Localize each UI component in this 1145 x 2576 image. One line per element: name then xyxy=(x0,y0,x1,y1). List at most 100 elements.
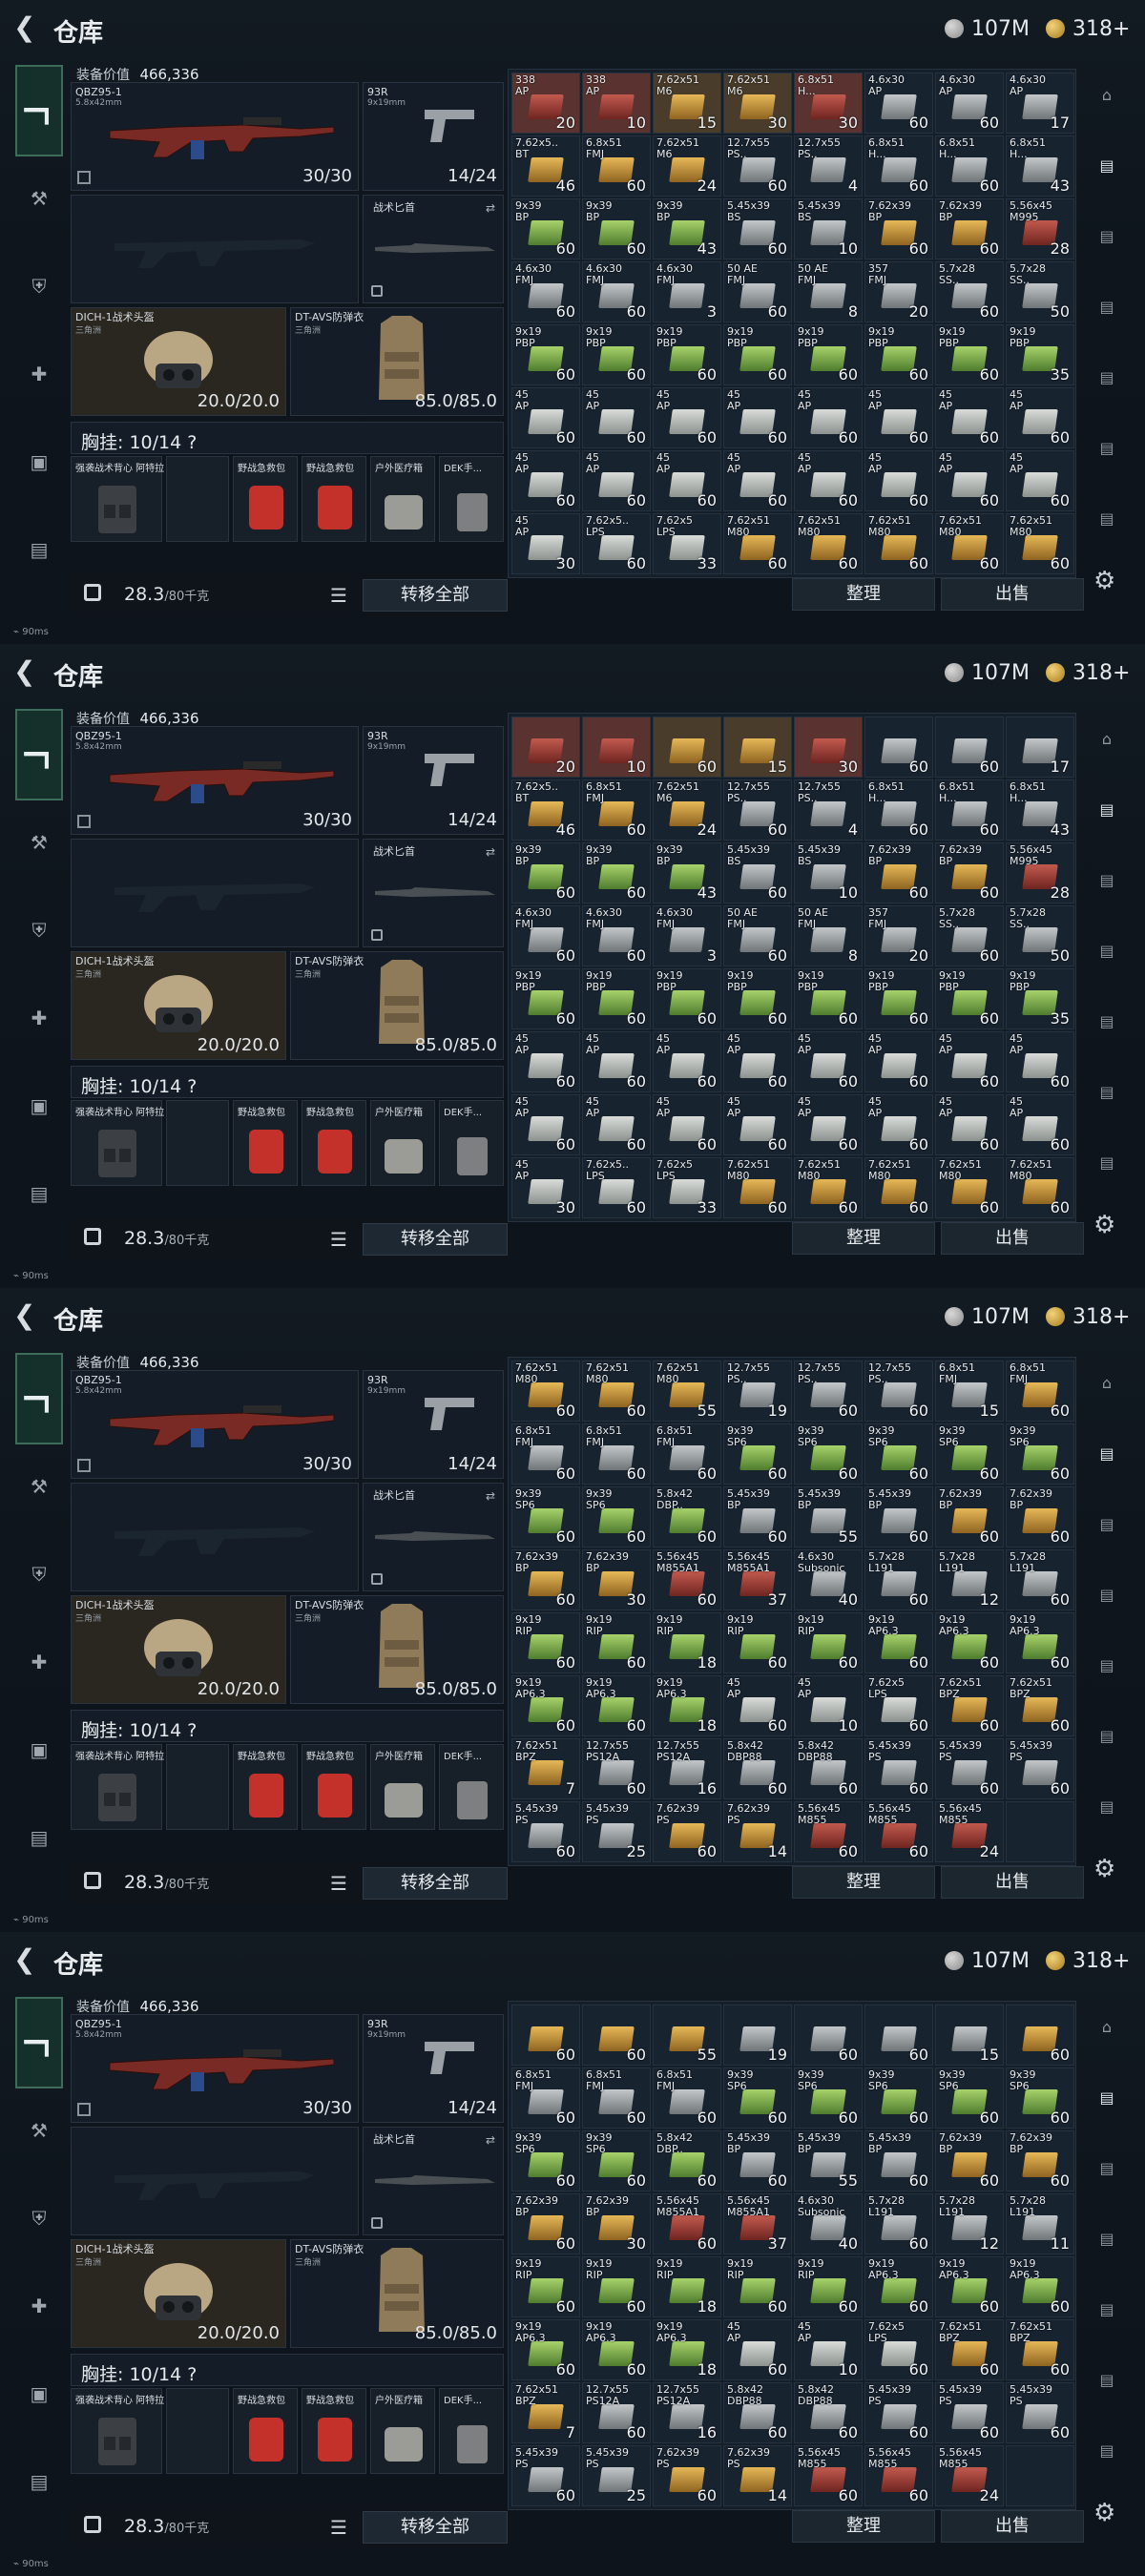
storage-item[interactable]: 45 AP 60 xyxy=(653,450,721,511)
storage-item[interactable]: 60 xyxy=(582,2005,651,2066)
storage-item[interactable]: 7.62x51 M80 60 xyxy=(864,1157,933,1218)
storage-item[interactable]: 45 AP 10 xyxy=(794,2319,863,2380)
storage-item[interactable]: 45 AP 60 xyxy=(794,1094,863,1155)
storage-item[interactable]: 9x19 AP6.3 60 xyxy=(582,2319,651,2380)
storage-item[interactable]: 12.7x55 PS.. 4 xyxy=(794,135,863,197)
storage-item[interactable]: 7.62x51 M80 60 xyxy=(582,1361,651,1422)
storage-item[interactable]: 45 AP 30 xyxy=(511,513,580,574)
storage-item[interactable]: 5.56x45 M995 28 xyxy=(1006,198,1074,260)
storage-item[interactable]: 10 xyxy=(582,717,651,778)
storage-item[interactable]: 5.45x39 PS 60 xyxy=(935,1738,1004,1799)
storage-item[interactable]: 7.62x39 BP 60 xyxy=(935,1486,1004,1548)
pouch-slot-first-aid-1[interactable]: 野战急救包 xyxy=(233,456,298,542)
storage-item[interactable]: 45 AP 60 xyxy=(723,1675,792,1736)
page-1-icon[interactable]: ▤ xyxy=(1093,1444,1120,1467)
storage-item[interactable]: 5.45x39 PS 60 xyxy=(1006,1738,1074,1799)
detach-icon[interactable] xyxy=(77,1459,91,1472)
nav-weapons-tab[interactable]: ━┓ xyxy=(15,1353,63,1444)
transfer-all-button[interactable]: 转移全部 xyxy=(363,579,508,612)
storage-item[interactable]: 9x39 SP6 60 xyxy=(582,2130,651,2192)
storage-item[interactable]: 9x19 AP6.3 60 xyxy=(511,1675,580,1736)
storage-item[interactable]: 45 AP 60 xyxy=(864,387,933,448)
page-1-icon[interactable]: ▤ xyxy=(1093,156,1120,179)
storage-item[interactable]: 45 AP 60 xyxy=(935,450,1004,511)
storage-item[interactable]: 6.8x51 FMJ 60 xyxy=(582,2067,651,2129)
rig-slot[interactable]: 强袭战术背心 阿特拉 xyxy=(71,2388,164,2474)
sell-button[interactable]: 出售 xyxy=(941,578,1084,611)
chest-rig-bar[interactable]: 胸挂: 10/14 ? xyxy=(71,422,504,454)
storage-item[interactable]: 5.8x42 DBP88 60 xyxy=(794,2382,863,2443)
sidearm-slot[interactable]: 93R 9x19mm 14/24 xyxy=(363,1370,504,1479)
rig-slot[interactable]: 强袭战术背心 阿特拉 xyxy=(71,1744,164,1830)
storage-item[interactable]: 5.45x39 BP 60 xyxy=(723,1486,792,1548)
storage-item[interactable]: 9x39 BP 60 xyxy=(511,842,580,904)
storage-item[interactable]: 45 AP 60 xyxy=(723,2319,792,2380)
storage-item[interactable]: 7.62x5.. LPS 60 xyxy=(582,513,651,574)
storage-item[interactable]: 5.8x42 DBP.. 60 xyxy=(653,1486,721,1548)
page-6-icon[interactable]: ▤ xyxy=(1093,1153,1120,1176)
storage-item[interactable]: 5.8x42 DBP.. 60 xyxy=(653,2130,721,2192)
storage-item[interactable]: 5.7x28 L191 60 xyxy=(1006,1549,1074,1610)
page-2-icon[interactable]: ▤ xyxy=(1093,2159,1120,2182)
storage-item[interactable]: 5.7x28 SS.. 50 xyxy=(1006,905,1074,966)
storage-item[interactable]: 6.8x51 FMJ 60 xyxy=(511,1423,580,1485)
storage-item[interactable]: 45 AP 60 xyxy=(794,387,863,448)
storage-item[interactable]: 7.62x39 BP 60 xyxy=(935,198,1004,260)
pouch-slot-dek[interactable]: DEK手... xyxy=(439,2388,504,2474)
warehouse-home-icon[interactable]: ⌂ xyxy=(1093,1374,1120,1397)
empty-pouch-slot[interactable] xyxy=(166,1100,229,1186)
storage-item[interactable]: 5.56x45 M855 60 xyxy=(864,1801,933,1862)
storage-item[interactable]: 12.7x55 PS.. 60 xyxy=(794,1361,863,1422)
padlock-icon[interactable] xyxy=(84,1228,101,1245)
warehouse-home-icon[interactable]: ⌂ xyxy=(1093,2018,1120,2041)
storage-item[interactable]: 7.62x39 BP 60 xyxy=(935,842,1004,904)
gold-currency[interactable]: 318+ xyxy=(1046,657,1130,688)
storage-item[interactable]: 9x19 PBP 60 xyxy=(723,968,792,1029)
pouch-slot-first-aid-1[interactable]: 野战急救包 xyxy=(233,2388,298,2474)
storage-item[interactable]: 7.62x5.. LPS 60 xyxy=(582,1157,651,1218)
storage-item[interactable]: 7.62x5 LPS 60 xyxy=(864,2319,933,2380)
primary-weapon-slot[interactable]: QBZ95-1 5.8x42mm 30/30 xyxy=(71,726,359,835)
page-5-icon[interactable]: ▤ xyxy=(1093,439,1120,462)
nav-medical-icon[interactable]: ✚ xyxy=(29,1651,50,1673)
nav-armor-icon[interactable]: ⚒ xyxy=(29,187,50,210)
storage-item[interactable]: 12.7x55 PS12A 16 xyxy=(653,2382,721,2443)
empty-pouch-slot[interactable] xyxy=(166,2388,229,2474)
page-5-icon[interactable]: ▤ xyxy=(1093,2371,1120,2394)
storage-item[interactable]: 7.62x39 BP 60 xyxy=(1006,1486,1074,1548)
storage-item[interactable]: 60 xyxy=(511,2005,580,2066)
storage-item[interactable]: 9x19 AP6.3 60 xyxy=(511,2319,580,2380)
storage-item[interactable]: 7.62x51 BPZ 7 xyxy=(511,1738,580,1799)
storage-item[interactable]: 9x39 SP6 60 xyxy=(511,2130,580,2192)
detach-icon[interactable] xyxy=(77,815,91,828)
page-2-icon[interactable]: ▤ xyxy=(1093,227,1120,250)
nav-backpack-icon[interactable]: ▣ xyxy=(29,1738,50,1761)
sort-button[interactable]: 整理 xyxy=(792,1866,935,1899)
storage-item[interactable]: 5.7x28 L191 60 xyxy=(864,2193,933,2254)
storage-item[interactable]: 9x19 AP6.3 60 xyxy=(1006,1612,1074,1673)
storage-item[interactable]: 4.6x30 FMJ 3 xyxy=(653,261,721,322)
storage-item[interactable]: 45 AP 60 xyxy=(653,1031,721,1092)
storage-item[interactable]: 7.62x39 BP 60 xyxy=(864,198,933,260)
primary-weapon-slot[interactable]: QBZ95-1 5.8x42mm 30/30 xyxy=(71,1370,359,1479)
storage-item[interactable]: 5.45x39 BS 10 xyxy=(794,842,863,904)
padlock-icon[interactable] xyxy=(84,1872,101,1889)
storage-item[interactable]: 5.56x45 M855A1 60 xyxy=(653,1549,721,1610)
storage-item[interactable]: 45 AP 60 xyxy=(511,387,580,448)
nav-toolbox-icon[interactable]: ▤ xyxy=(29,2470,50,2493)
storage-item[interactable]: 6.8x51 FMJ 60 xyxy=(582,135,651,197)
storage-item[interactable]: 12.7x55 PS.. 19 xyxy=(723,1361,792,1422)
armor-slot[interactable]: DT-AVS防弹衣 三角洲 85.0/85.0 xyxy=(290,2239,504,2348)
nav-backpack-icon[interactable]: ▣ xyxy=(29,1094,50,1117)
storage-item[interactable]: 30 xyxy=(794,717,863,778)
storage-item[interactable]: 7.62x39 BP 60 xyxy=(511,2193,580,2254)
storage-item[interactable]: 45 AP 60 xyxy=(582,387,651,448)
storage-item[interactable]: 45 AP 60 xyxy=(511,1094,580,1155)
nav-helmet-icon[interactable]: ⛨ xyxy=(29,1563,50,1586)
storage-item[interactable]: 5.45x39 PS 60 xyxy=(1006,2382,1074,2443)
storage-item[interactable]: 7.62x39 BP 60 xyxy=(864,842,933,904)
storage-item[interactable]: 7.62x5 LPS 33 xyxy=(653,1157,721,1218)
storage-item[interactable]: 45 AP 60 xyxy=(723,387,792,448)
storage-item[interactable]: 12.7x55 PS.. 60 xyxy=(864,1361,933,1422)
storage-item[interactable]: 45 AP 60 xyxy=(794,1031,863,1092)
